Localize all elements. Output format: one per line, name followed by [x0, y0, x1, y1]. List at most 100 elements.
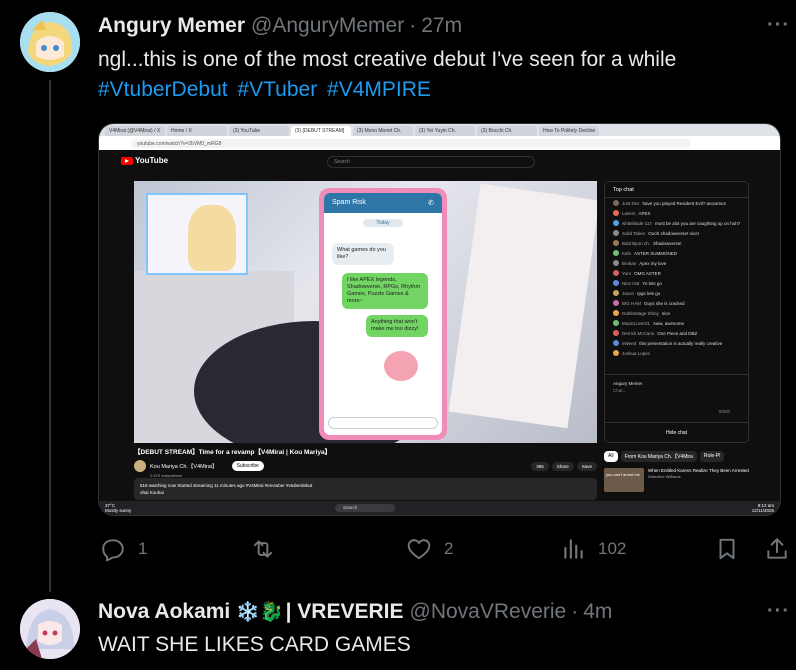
- youtube-wordmark: YouTube: [135, 156, 169, 165]
- chat-avatar: [613, 210, 619, 216]
- tweet-header: Nova Aokami ❄️🐉 | VREVERIE @NovaVReverie…: [98, 600, 612, 624]
- video-share-button: Share: [551, 461, 574, 471]
- display-name[interactable]: Nova Aokami: [98, 600, 230, 624]
- tweet-2[interactable]: Nova Aokami ❄️🐉 | VREVERIE @NovaVReverie…: [0, 590, 796, 670]
- chat-author: Nice Hat: [622, 280, 640, 286]
- chat-avatar: [613, 230, 619, 236]
- tweet-1[interactable]: Angury Memer @AnguryMemer · 27m ··· ngl.…: [0, 0, 796, 590]
- views-button[interactable]: 102: [560, 536, 626, 562]
- chat-message: Derrick McCann One Piece and DBZ: [605, 328, 748, 338]
- display-name[interactable]: Angury Memer: [98, 14, 245, 38]
- chat-text: Guys she is cracked: [644, 300, 685, 306]
- retweet-button[interactable]: [250, 536, 288, 562]
- chat-message: Just Dez have you played Resident Evil? a…: [605, 198, 748, 208]
- separator-dot: ·: [571, 600, 579, 623]
- tweet-text: ngl...this is one of the most creative d…: [98, 45, 676, 105]
- chat-avatar: [613, 270, 619, 276]
- chat-author: Lasers: [622, 210, 636, 216]
- chat-message: Joshua Lopez: [605, 348, 748, 358]
- video-description-line: ohai Kouhai: [140, 490, 164, 495]
- avatar-image: [20, 12, 80, 72]
- chat-avatar: [613, 320, 619, 326]
- browser-tab-active: (3) [DEBUT STREAM]: [291, 126, 351, 136]
- chat-author: Solid Takeo: [622, 230, 646, 236]
- reply-button[interactable]: 1: [100, 536, 147, 562]
- chat-author: Jason: [622, 290, 635, 296]
- chat-message: Kahi ASTER SUMMONED: [605, 248, 748, 258]
- youtube-header: YouTube Search: [99, 150, 780, 174]
- chat-author: MusicLover31: [622, 320, 651, 326]
- chat-text: Yo lets go: [642, 280, 662, 286]
- tweet-media-image[interactable]: V4Mirai (@V4Mirai) / X Home / X (3) YouT…: [98, 123, 781, 516]
- chat-author: eWeed: [622, 340, 637, 346]
- browser-tab: (3) Yei Yuyin Ch.: [415, 126, 475, 136]
- windows-taskbar: 37°C Mostly sunny Search 8:12 am 12/11/2…: [99, 501, 780, 515]
- analytics-icon: [564, 539, 583, 559]
- share-button[interactable]: [764, 536, 790, 562]
- channel-row: Kou Mariya Ch.【V4Mirai】 2.67K subscriber…: [134, 458, 597, 478]
- video-description-line: 519 watching now Started streaming 11 mi…: [140, 483, 313, 488]
- timestamp[interactable]: 4m: [583, 600, 612, 624]
- phone-date-label: Today: [363, 219, 403, 227]
- phone-input-box: [328, 417, 438, 429]
- chat-message: Yoro OMG ASTER: [605, 268, 748, 278]
- hashtag-vtuber[interactable]: #VTuber: [237, 78, 317, 101]
- chat-text: Aww, awesome: [653, 320, 684, 326]
- recommended-channel: Detective Williams: [648, 474, 681, 479]
- bookmark-button[interactable]: [714, 536, 740, 562]
- chat-author: Bald Bjorn ch.: [622, 240, 651, 246]
- hide-chat-button: Hide chat: [605, 422, 748, 442]
- view-count: 102: [598, 539, 627, 558]
- youtube-play-icon: [121, 156, 133, 165]
- chat-author: Brokan: [622, 260, 637, 266]
- browser-tab: (3) YouTube: [229, 126, 289, 136]
- rec-chip: From Kou Mariya Ch.【V4Mira: [620, 451, 697, 462]
- avatar[interactable]: [20, 599, 80, 659]
- user-handle[interactable]: @AnguryMemer: [251, 14, 404, 38]
- chat-message: Bald Bjorn ch. Shadowverse!: [605, 238, 748, 248]
- chat-avatar: [613, 310, 619, 316]
- hashtag-v4mpire[interactable]: #V4MPIRE: [327, 78, 431, 101]
- retweet-icon: [253, 540, 273, 558]
- more-options-icon[interactable]: ···: [767, 600, 790, 623]
- chat-avatar: [613, 350, 619, 356]
- chat-text: rpgs lets go: [637, 290, 661, 296]
- browser-tab-strip: V4Mirai (@V4Mirai) / X Home / X (3) YouT…: [99, 124, 780, 136]
- user-handle[interactable]: @NovaVReverie: [410, 600, 567, 624]
- chat-text: ASTER SUMMONED: [634, 250, 678, 256]
- channel-avatar: [134, 460, 146, 472]
- browser-tab: V4Mirai (@V4Mirai) / X: [105, 126, 165, 136]
- chat-author: Just Dez: [622, 200, 640, 206]
- live-chat-panel: Top chat Just Dez have you played Residen…: [604, 181, 749, 443]
- chat-author: GoblinMage Shiny: [622, 310, 659, 316]
- chat-text: Shadowverse!: [653, 240, 682, 246]
- phone-call-icon: ✆: [428, 200, 434, 207]
- chat-message: MusicLover31 Aww, awesome: [605, 318, 748, 328]
- browser-tab: (3) Bocchi Ch.: [477, 126, 537, 136]
- subscribe-button: Subscribe: [231, 461, 264, 471]
- like-count: 2: [444, 539, 454, 558]
- chat-text: OMG ASTER: [634, 270, 661, 276]
- chat-text: Apex my love: [639, 260, 667, 266]
- chat-message: Lasers APEX: [605, 208, 748, 218]
- chat-input-name: Angury Memer: [613, 381, 643, 386]
- taskbar-weather: 37°C Mostly sunny: [105, 503, 131, 513]
- share-icon: [767, 538, 787, 559]
- tweet-header: Angury Memer @AnguryMemer · 27m: [98, 14, 462, 38]
- like-button[interactable]: 2: [406, 536, 453, 562]
- chat-text: One Piece and DBZ: [657, 330, 698, 336]
- phone-header-title: Spam Risk: [332, 199, 366, 206]
- chat-author: Derrick McCann: [622, 330, 655, 336]
- chat-avatar: [613, 220, 619, 226]
- bookmark-icon: [719, 538, 735, 560]
- taskbar-clock: 8:12 am 12/11/2025: [752, 503, 774, 513]
- video-phone: Spam Risk ✆ Today What games do you like…: [319, 188, 447, 440]
- timestamp[interactable]: 27m: [421, 14, 462, 38]
- more-options-icon[interactable]: ···: [767, 14, 790, 37]
- browser-url: youtube.com/watch?v=2bVM0_mRG8: [131, 138, 691, 148]
- avatar[interactable]: [20, 12, 80, 72]
- chat-author: Joshua Lopez: [622, 350, 651, 356]
- hashtag-vtuberdebut[interactable]: #VtuberDebut: [98, 78, 228, 101]
- chat-avatar: [613, 330, 619, 336]
- chat-avatar: [613, 290, 619, 296]
